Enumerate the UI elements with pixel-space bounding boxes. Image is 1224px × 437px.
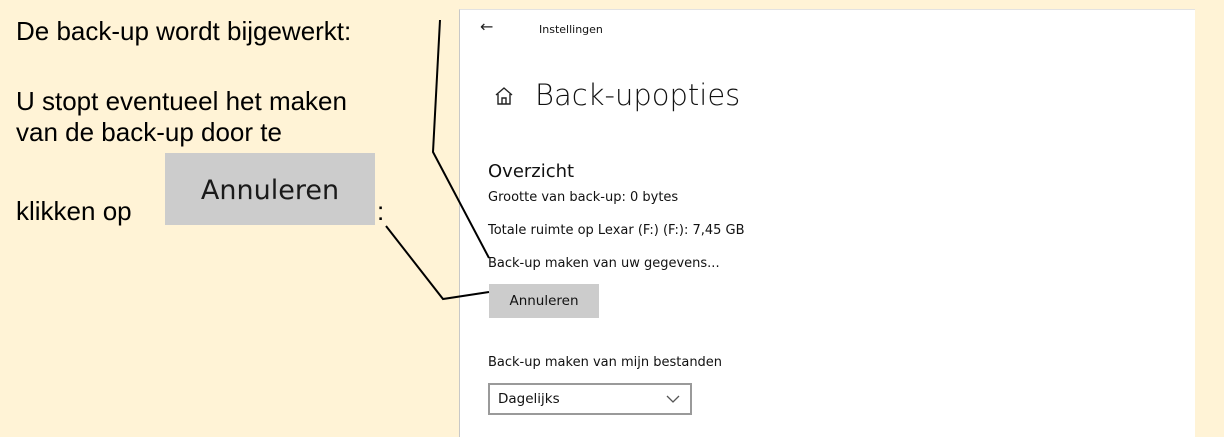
home-icon — [495, 87, 513, 105]
back-arrow-icon[interactable]: ← — [480, 17, 493, 36]
tutorial-line-4-suffix: : — [377, 196, 385, 226]
backup-frequency-label: Back-up maken van mijn bestanden — [488, 355, 723, 370]
total-space-text: Totale ruimte op Lexar (F:) (F:): 7,45 G… — [488, 223, 745, 238]
cancel-button[interactable]: Annuleren — [489, 284, 599, 318]
tutorial-column: De back-up wordt bijgewerkt: U stopt eve… — [0, 0, 458, 437]
backup-size-text: Grootte van back-up: 0 bytes — [488, 190, 679, 205]
dropdown-selected-value: Dagelijks — [498, 391, 560, 407]
tutorial-line-3: van de back-up door te — [16, 117, 282, 147]
chevron-down-icon — [666, 395, 680, 403]
backup-status-text: Back-up maken van uw gegevens... — [488, 256, 720, 271]
backup-frequency-dropdown[interactable]: Dagelijks — [488, 383, 692, 415]
tutorial-line-2: U stopt eventueel het maken — [16, 86, 347, 116]
breadcrumb: Instellingen — [539, 23, 603, 36]
backup-options-window: ← Instellingen Back-upopties Overzicht G… — [459, 9, 1195, 437]
tutorial-line-1: De back-up wordt bijgewerkt: — [16, 16, 352, 46]
page-title: Back-upopties — [535, 78, 741, 112]
tutorial-cancel-button-image: Annuleren — [165, 153, 375, 225]
tutorial-line-4-prefix: klikken op — [16, 196, 132, 226]
right-margin — [1195, 0, 1224, 437]
overview-heading: Overzicht — [488, 161, 575, 182]
